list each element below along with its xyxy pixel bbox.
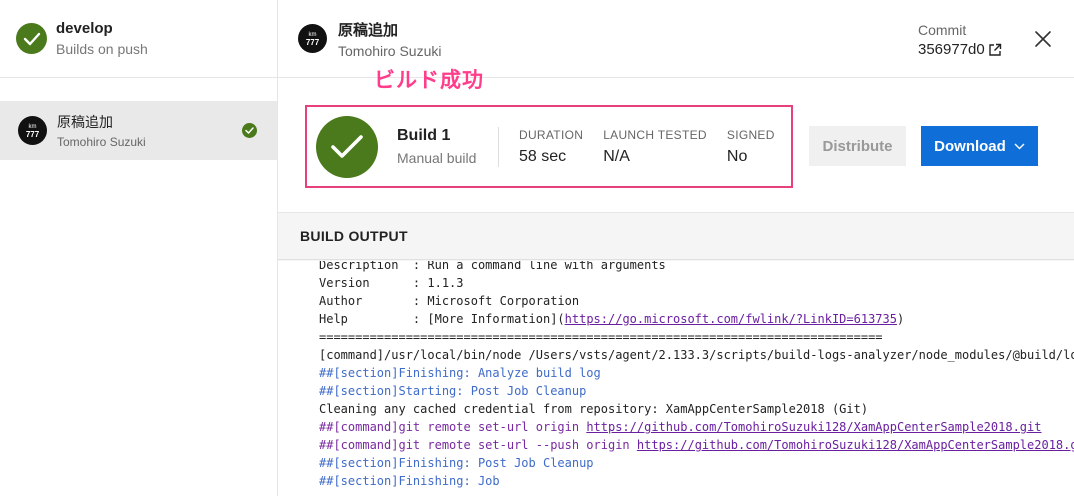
- build-item-title: 原稿追加: [57, 114, 113, 130]
- log-line-suffix: ): [896, 312, 905, 326]
- header-avatar: km 777: [298, 24, 327, 53]
- branch-header[interactable]: develop Builds on push: [0, 0, 277, 78]
- log-line: Cleaning any cached credential from repo…: [319, 400, 1074, 418]
- log-line: [command]/usr/local/bin/node /Users/vsts…: [319, 346, 1074, 364]
- branch-name: develop: [56, 20, 113, 37]
- log-line-text: Cleaning any cached credential from repo…: [319, 402, 869, 416]
- stat-signed: SIGNED No: [727, 128, 775, 166]
- log-line: Description : Run a command line with ar…: [319, 261, 1074, 274]
- log-line-text: ##[section]Finishing: Post Job Cleanup: [319, 456, 594, 470]
- commit-label: Commit: [918, 22, 967, 38]
- log-line-text: ##[section]Finishing: Job: [319, 474, 500, 488]
- build-success-check-icon: [242, 123, 257, 138]
- stat-launch-tested: LAUNCH TESTED N/A: [603, 128, 707, 166]
- log-line: ##[section]Finishing: Post Job Cleanup: [319, 454, 1074, 472]
- log-line: ========================================…: [319, 328, 1074, 346]
- commit-info: Commit 356977d0: [918, 22, 1002, 58]
- build-item-author: Tomohiro Suzuki: [57, 135, 146, 149]
- stat-value: N/A: [603, 147, 630, 165]
- log-line: ##[section]Starting: Post Job Cleanup: [319, 382, 1074, 400]
- stat-value: No: [726, 147, 748, 165]
- log-line-text: Version : 1.1.3: [319, 276, 464, 290]
- commit-hash-link[interactable]: 356977d0: [918, 41, 1002, 58]
- log-line: ##[section]Finishing: Analyze build log: [319, 364, 1074, 382]
- branch-status-check-icon: [16, 23, 47, 54]
- log-line-text: Author : Microsoft Corporation: [319, 294, 580, 308]
- log-line-text: Help : [More Information](: [319, 312, 565, 326]
- log-line: Version : 1.1.3: [319, 274, 1074, 292]
- download-button[interactable]: Download: [921, 126, 1038, 166]
- avatar-bottom-text: 777: [25, 129, 40, 139]
- build-success-annotation: ビルド成功: [374, 69, 484, 92]
- log-line-text: ##[command]git remote set-url origin: [319, 420, 587, 434]
- stat-label: SIGNED: [726, 127, 775, 142]
- log-link[interactable]: https://github.com/TomohiroSuzuki128/Xam…: [586, 420, 1041, 434]
- log-line-text: ##[command]git remote set-url --push ori…: [319, 438, 637, 452]
- log-line: Author : Microsoft Corporation: [319, 292, 1074, 310]
- log-line-text: ##[section]Finishing: Analyze build log: [319, 366, 601, 380]
- log-link[interactable]: https://go.microsoft.com/fwlink/?LinkID=…: [565, 312, 897, 326]
- sidebar: develop Builds on push km 777 原稿追加 Tomoh…: [0, 0, 278, 496]
- download-button-label: Download: [934, 137, 1006, 155]
- build-result-check-icon: [316, 115, 378, 178]
- external-link-icon[interactable]: [988, 43, 1002, 57]
- close-icon[interactable]: [1034, 30, 1052, 48]
- log-line-text: [command]/usr/local/bin/node /Users/vsts…: [319, 348, 1074, 362]
- build-output-title: BUILD OUTPUT: [278, 213, 1074, 260]
- log-line: ##[command]git remote set-url --push ori…: [319, 436, 1074, 454]
- main-panel: km 777 原稿追加 Tomohiro Suzuki Commit 35697…: [278, 0, 1074, 496]
- build-log[interactable]: Description : Run a command line with ar…: [278, 261, 1074, 496]
- stat-value: 58 sec: [519, 147, 567, 165]
- chevron-down-icon: [1014, 143, 1025, 149]
- build-name: Build 1: [397, 126, 451, 144]
- distribute-button[interactable]: Distribute: [809, 126, 906, 166]
- log-line-text: ========================================…: [319, 330, 883, 344]
- build-output-panel: BUILD OUTPUT Description : Run a command…: [278, 212, 1074, 496]
- log-line: Help : [More Information](https://go.mic…: [319, 310, 1074, 328]
- commit-author: Tomohiro Suzuki: [338, 42, 442, 59]
- avatar: km 777: [18, 116, 47, 145]
- log-line-text: Description : Run a command line with ar…: [319, 261, 666, 272]
- log-link[interactable]: https://github.com/TomohiroSuzuki128/Xam…: [637, 438, 1074, 452]
- log-line-text: ##[section]Starting: Post Job Cleanup: [319, 384, 587, 398]
- log-line: ##[command]git remote set-url origin htt…: [319, 418, 1074, 436]
- stat-label: DURATION: [519, 127, 584, 142]
- stat-label: LAUNCH TESTED: [603, 127, 707, 142]
- build-list-item[interactable]: km 777 原稿追加 Tomohiro Suzuki: [0, 101, 277, 160]
- commit-title: 原稿追加: [338, 21, 399, 39]
- log-line: ##[section]Finishing: Job: [319, 472, 1074, 490]
- branch-subtitle: Builds on push: [56, 41, 148, 57]
- build-name-block: Build 1 Manual build: [397, 126, 499, 167]
- commit-hash[interactable]: 356977d0: [918, 41, 985, 58]
- build-summary: Build 1 Manual build DURATION 58 sec LAU…: [305, 105, 793, 188]
- build-type: Manual build: [397, 149, 477, 166]
- stat-duration: DURATION 58 sec: [519, 128, 583, 166]
- header-avatar-bottom-text: 777: [305, 37, 320, 47]
